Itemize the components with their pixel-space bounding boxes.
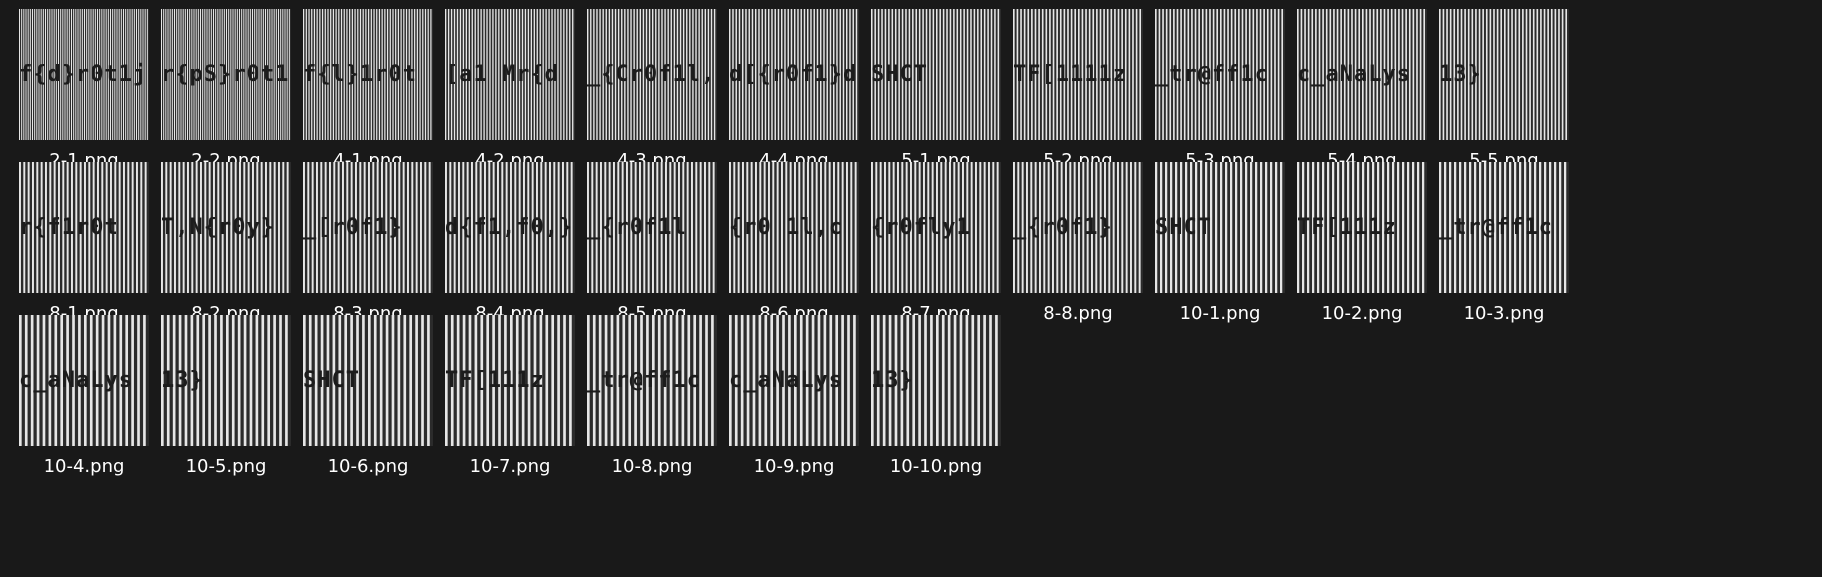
stripe-thumbnail-icon: c_aNaLys [1297,9,1427,140]
file-item[interactable]: _tr@ff1c 10-8.png [568,306,718,477]
stripe-thumbnail-icon: T,N{r0y} [161,162,291,293]
file-item[interactable]: {r0 1l,c 8-6.png [710,153,860,324]
thumbnail-text: _tr@ff1c [1155,61,1269,87]
file-item[interactable]: 13} 10-5.png [142,306,292,477]
file-item[interactable]: d{f1,f0,} 8-4.png [426,153,576,324]
file-item[interactable]: c_aNaLys 10-9.png [710,306,860,477]
thumbnail-text: _tr@ff1c [587,367,701,393]
file-item[interactable]: _{Cr0f1l,C 4-3.png [568,0,718,171]
thumbnail-text: SHCT [871,61,928,87]
file-item[interactable]: r{pS}r0t1}C 2-2.png [142,0,292,171]
stripe-thumbnail-icon: {r0 1l,c [729,162,859,293]
stripe-thumbnail-icon: d{f1,f0,} [445,162,575,293]
thumbnail-text: 13} [161,367,204,393]
thumbnail-text: r{f1r0t [19,214,119,240]
file-name-label: 10-10.png [889,456,983,477]
stripe-thumbnail-icon: TF[111z [445,315,575,446]
stripe-thumbnail-icon: _{r0f1l [587,162,717,293]
stripe-thumbnail-icon: f{l}1r0t [303,9,433,140]
thumbnail-text: _{r0f1l [587,214,687,240]
file-item[interactable]: f{d}r0t1j1b 2-1.png [0,0,150,171]
thumbnail-text: [a1 Mr{d [445,61,559,87]
stripe-thumbnail-icon: _tr@ff1c [1439,162,1569,293]
stripe-thumbnail-icon: 13} [1439,9,1569,140]
thumbnail-text: f{d}r0t1j1b [19,61,149,87]
thumbnail-text: f{l}1r0t [303,61,417,87]
stripe-thumbnail-icon: r{pS}r0t1}C [161,9,291,140]
file-item[interactable]: r{f1r0t 8-1.png [0,153,150,324]
stripe-thumbnail-icon: 13} [871,315,1001,446]
stripe-thumbnail-icon: [a1 Mr{d [445,9,575,140]
thumbnail-text: _tr@ff1c [1439,214,1553,240]
thumbnail-text: c_aNaLys [1297,61,1411,87]
stripe-thumbnail-icon: c_aNaLys [729,315,859,446]
stripe-thumbnail-icon: SHCT [871,9,1001,140]
stripe-thumbnail-icon: SHCT [303,315,433,446]
thumbnail-text: T,N{r0y} [161,214,275,240]
file-item[interactable]: _{r0f1l 8-5.png [568,153,718,324]
stripe-thumbnail-icon: _[r0f1} [303,162,433,293]
stripe-thumbnail-icon: r{f1r0t [19,162,149,293]
stripe-thumbnail-icon: SHCT [1155,162,1285,293]
stripe-thumbnail-icon: d[{r0f1}d [729,9,859,140]
stripe-thumbnail-icon: _{Cr0f1l,C [587,9,717,140]
file-item[interactable]: d[{r0f1}d 4-4.png [710,0,860,171]
file-item[interactable]: TF[111z 10-2.png [1278,153,1428,324]
file-item[interactable]: c_aNaLys 5-4.png [1278,0,1428,171]
thumbnail-text: 13} [871,367,914,393]
thumbnail-text: SHCT [303,367,360,393]
thumbnail-text: r{pS}r0t1}C [161,61,291,87]
file-name-label: 10-3.png [1463,303,1545,324]
stripe-thumbnail-icon: _tr@ff1c [587,315,717,446]
file-item[interactable]: c_aNaLys 10-4.png [0,306,150,477]
file-item[interactable]: TF[1111z 5-2.png [994,0,1144,171]
thumbnail-text: _{r0f1} [1013,214,1113,240]
stripe-thumbnail-icon: TF[1111z [1013,9,1143,140]
thumbnail-text: d[{r0f1}d [729,61,858,87]
stripe-thumbnail-icon: 13} [161,315,291,446]
stripe-thumbnail-icon: _{r0f1} [1013,162,1143,293]
thumbnail-text: SHCT [1155,214,1212,240]
thumbnail-text: TF[1111z [1013,61,1127,87]
file-item[interactable]: 13} 10-10.png [852,306,1002,477]
stripe-thumbnail-icon: _tr@ff1c [1155,9,1285,140]
thumbnail-text: _{Cr0f1l,C [587,61,717,87]
thumbnail-text: TF[111z [1297,214,1397,240]
file-item[interactable]: T,N{r0y} 8-2.png [142,153,292,324]
thumbnail-text: c_aNaLys [19,367,133,393]
stripe-thumbnail-icon: f{d}r0t1j1b [19,9,149,140]
thumbnail-text: {r0fly1 [871,214,971,240]
file-thumbnail-grid: f{d}r0t1j1b 2-1.png r{pS}r0t1}C 2-2.png … [0,0,1822,577]
stripe-thumbnail-icon: {r0fly1 [871,162,1001,293]
file-item[interactable]: SHCT 5-1.png [852,0,1002,171]
thumbnail-text: {r0 1l,c [729,214,843,240]
thumbnail-text: c_aNaLys [729,367,843,393]
thumbnail-text: 13} [1439,61,1482,87]
file-item[interactable]: _tr@ff1c 10-3.png [1420,153,1570,324]
thumbnail-text: _[r0f1} [303,214,403,240]
file-item[interactable]: SHCT 10-1.png [1136,153,1286,324]
file-item[interactable]: _{r0f1} 8-8.png [994,153,1144,324]
file-item[interactable]: SHCT 10-6.png [284,306,434,477]
stripe-thumbnail-icon: TF[111z [1297,162,1427,293]
file-item[interactable]: _tr@ff1c 5-3.png [1136,0,1286,171]
file-item[interactable]: 13} 5-5.png [1420,0,1570,171]
file-item[interactable]: TF[111z 10-7.png [426,306,576,477]
file-item[interactable]: {r0fly1 8-7.png [852,153,1002,324]
file-item[interactable]: _[r0f1} 8-3.png [284,153,434,324]
thumbnail-text: TF[111z [445,367,545,393]
thumbnail-text: d{f1,f0,} [445,214,574,240]
file-item[interactable]: f{l}1r0t 4-1.png [284,0,434,171]
stripe-thumbnail-icon: c_aNaLys [19,315,149,446]
file-item[interactable]: [a1 Mr{d 4-2.png [426,0,576,171]
